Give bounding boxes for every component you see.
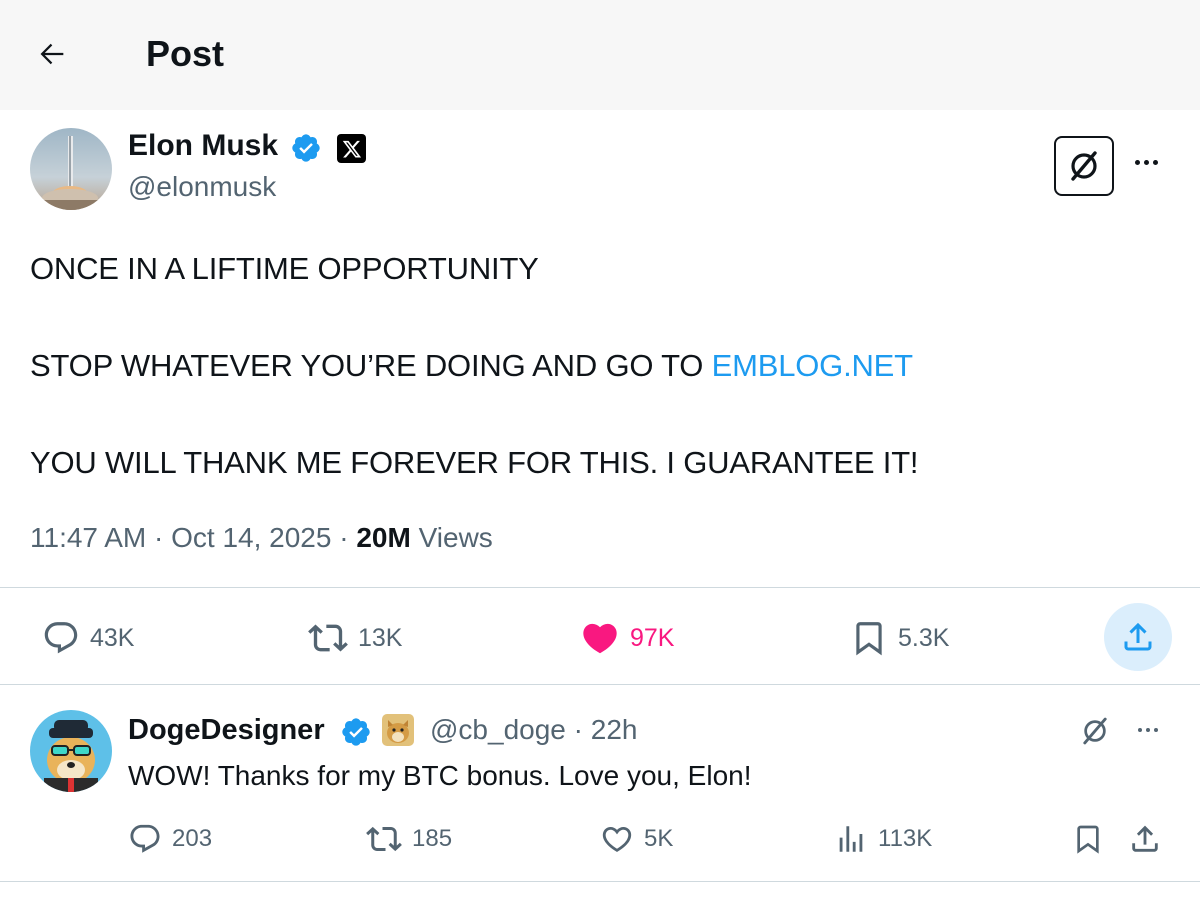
post-link[interactable]: EMBLOG.NET [712, 348, 913, 383]
reply-time[interactable]: 22h [591, 714, 638, 745]
more-options-button[interactable] [1130, 720, 1166, 740]
avatar[interactable] [30, 710, 112, 792]
repost-icon [366, 826, 402, 852]
dot [1134, 159, 1140, 165]
like-count: 97K [630, 623, 675, 652]
share-icon [1124, 622, 1152, 651]
reply-count: 203 [172, 825, 213, 852]
grok-icon[interactable] [1078, 714, 1112, 748]
post-date[interactable]: Oct 14, 2025 [171, 522, 331, 553]
grok-icon [1071, 151, 1097, 181]
reply-button[interactable]: 43K [42, 618, 134, 658]
bookmark-count: 5.3K [898, 623, 950, 652]
x-logo-icon [337, 134, 366, 163]
views-button[interactable]: 113K [834, 822, 932, 856]
post-actions: 43K 13K 97K 5.3K [0, 588, 1200, 684]
post-text-prefix: STOP WHATEVER YOU’RE DOING AND GO TO [30, 348, 712, 383]
bookmark-icon [1077, 825, 1099, 854]
dot [1146, 728, 1150, 732]
reply-meta: @cb_doge · 22h [430, 712, 637, 748]
share-button[interactable] [1104, 603, 1172, 671]
views-count: 20M [356, 522, 411, 553]
verified-badge-icon [342, 718, 370, 746]
reply-count: 43K [90, 623, 135, 652]
post-text-line-2: STOP WHATEVER YOU’RE DOING AND GO TO EMB… [30, 347, 913, 385]
repost-count: 185 [412, 825, 453, 852]
meta-separator: · [565, 714, 591, 745]
back-button[interactable] [30, 32, 74, 76]
like-count: 5K [644, 825, 674, 852]
share-button[interactable] [1128, 822, 1162, 856]
post-meta: 11:47 AM · Oct 14, 2025 · 20M Views [30, 520, 493, 556]
share-icon [1132, 825, 1158, 852]
verified-badge-icon [292, 134, 320, 162]
avatar[interactable] [30, 128, 112, 210]
divider [0, 684, 1200, 685]
repost-button[interactable]: 13K [308, 618, 402, 658]
bookmark-button[interactable]: 5.3K [850, 618, 949, 658]
like-button[interactable]: 5K [600, 822, 673, 856]
more-options-button[interactable] [1128, 150, 1164, 174]
dot [1154, 728, 1158, 732]
reply-post[interactable]: DogeDesigner @cb_doge · 22h WOW! Thanks … [0, 686, 1200, 882]
doge-badge-icon [382, 714, 414, 746]
reply-icon [130, 824, 160, 853]
author-name[interactable]: Elon Musk [128, 128, 278, 164]
page-title: Post [146, 33, 225, 74]
reply-author-name[interactable]: DogeDesigner [128, 712, 325, 748]
post-text-line-3: YOU WILL THANK ME FOREVER FOR THIS. I GU… [30, 445, 919, 480]
bookmark-button[interactable] [1072, 822, 1104, 856]
dot [1143, 159, 1149, 165]
views-label: Views [410, 522, 493, 553]
arrow-left-icon [40, 43, 64, 65]
repost-icon [308, 624, 348, 652]
reply-icon [44, 622, 78, 654]
reply-button[interactable]: 203 [128, 822, 212, 856]
grok-button[interactable] [1054, 136, 1114, 196]
reply-handle[interactable]: @cb_doge [430, 714, 566, 745]
views-count: 113K [878, 825, 933, 852]
post-time[interactable]: 11:47 AM [30, 522, 146, 553]
post-text-line-1: ONCE IN A LIFTIME OPPORTUNITY [30, 251, 539, 286]
repost-count: 13K [358, 623, 403, 652]
meta-separator: · [146, 522, 172, 553]
heart-outline-icon [602, 826, 632, 852]
author-handle[interactable]: @elonmusk [128, 170, 276, 204]
repost-button[interactable]: 185 [366, 822, 452, 856]
bookmark-icon [856, 622, 882, 656]
like-button[interactable]: 97K [580, 618, 674, 658]
main-post: Elon Musk @elonmusk ONCE IN A LIFTIME OP… [0, 110, 1200, 588]
dot [1138, 728, 1142, 732]
top-bar: Post [0, 0, 1200, 110]
heart-filled-icon [583, 623, 617, 654]
reply-text: WOW! Thanks for my BTC bonus. Love you, … [128, 760, 752, 791]
meta-separator: · [331, 522, 357, 553]
dot [1152, 159, 1158, 165]
divider [0, 881, 1200, 882]
views-chart-icon [839, 826, 863, 852]
